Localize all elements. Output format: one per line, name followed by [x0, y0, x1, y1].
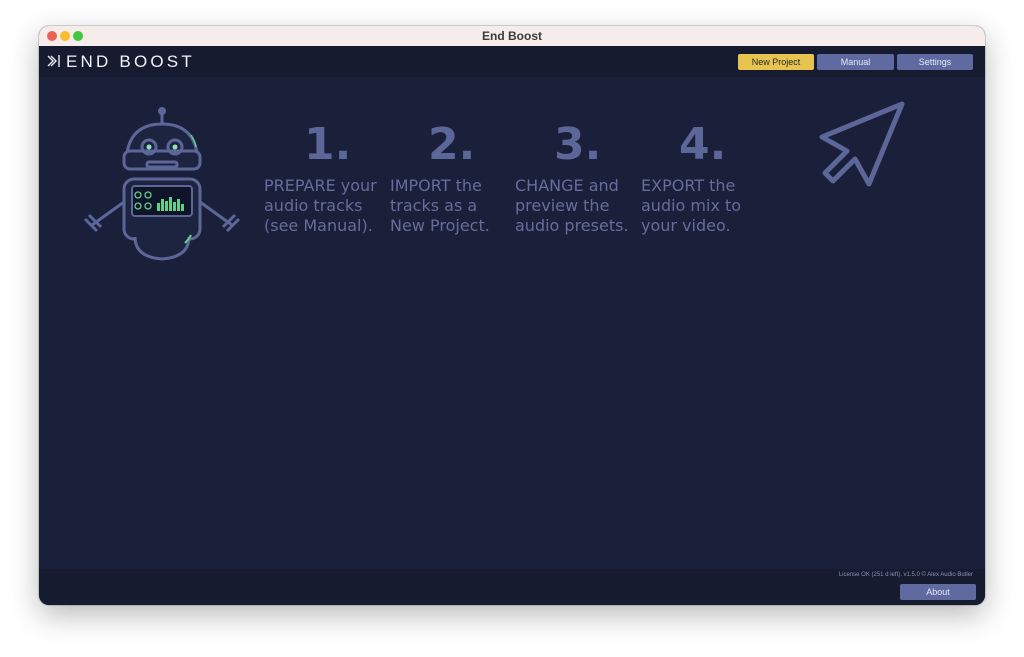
- window-title: End Boost: [482, 29, 542, 43]
- new-project-button[interactable]: New Project: [738, 54, 814, 70]
- step-text-line: IMPORT the: [390, 176, 482, 195]
- app-window: End Boost END BOOST New Project Manual S…: [39, 26, 985, 605]
- step-number: 2.: [428, 119, 476, 170]
- step-text-line: audio tracks: [264, 196, 363, 215]
- step-text-line: your video.: [641, 216, 731, 235]
- step-text-line: audio presets.: [515, 216, 629, 235]
- step-description: PREPARE your audio tracks (see Manual).: [264, 176, 389, 236]
- robot-illustration: [83, 107, 241, 261]
- settings-button[interactable]: Settings: [897, 54, 973, 70]
- main-area: 1. PREPARE your audio tracks (see Manual…: [39, 77, 985, 569]
- about-button[interactable]: About: [900, 584, 976, 600]
- step-number: 4.: [679, 119, 727, 170]
- manual-button[interactable]: Manual: [817, 54, 894, 70]
- title-bar: End Boost: [39, 26, 985, 47]
- step-text-line: audio mix to: [641, 196, 742, 215]
- step-text-line: (see Manual).: [264, 216, 373, 235]
- app-footer: License OK (251 d left). v1.5.0 © Alex A…: [39, 569, 985, 605]
- step-description: CHANGE and preview the audio presets.: [515, 176, 640, 236]
- step-text-line: CHANGE and: [515, 176, 619, 195]
- step-text-line: EXPORT the: [641, 176, 736, 195]
- step-text-line: tracks as a: [390, 196, 478, 215]
- boost-logo-icon: [47, 55, 60, 67]
- step-number: 1.: [304, 119, 352, 170]
- step-description: IMPORT the tracks as a New Project.: [390, 176, 515, 236]
- step-number: 3.: [554, 119, 602, 170]
- cursor-arrow-icon: [819, 101, 905, 187]
- app-logo-text: END BOOST: [66, 52, 195, 71]
- step-text-line: preview the: [515, 196, 610, 215]
- app-header: END BOOST New Project Manual Settings: [39, 46, 985, 77]
- step-text-line: New Project.: [390, 216, 490, 235]
- step-text-line: PREPARE your: [264, 176, 377, 195]
- step-description: EXPORT the audio mix to your video.: [641, 176, 766, 236]
- license-info: License OK (251 d left). v1.5.0 © Alex A…: [838, 572, 973, 578]
